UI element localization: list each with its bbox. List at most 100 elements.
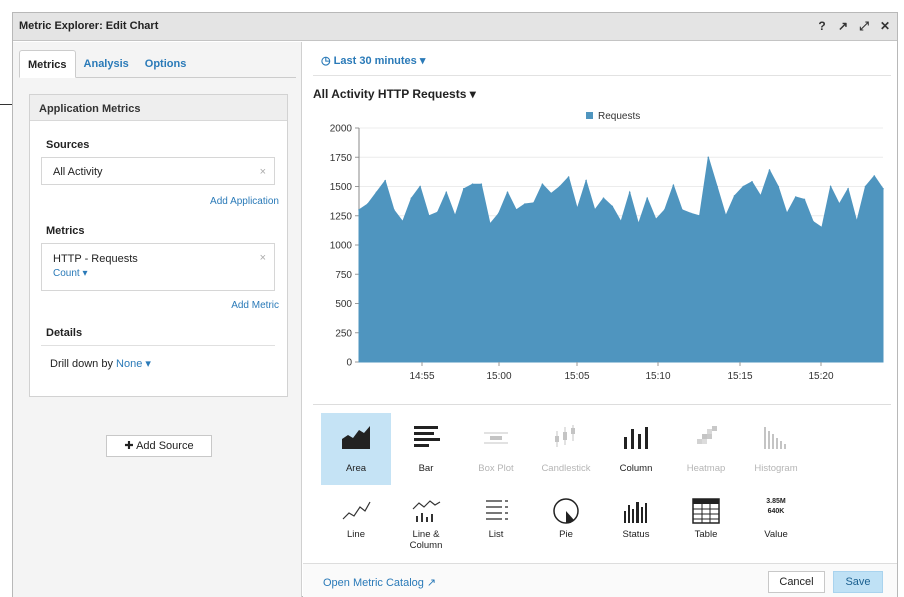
data-point xyxy=(550,192,552,195)
tab-metrics[interactable]: Metrics xyxy=(19,50,76,78)
value-icon: 3.85M 640K xyxy=(761,497,791,525)
x-tick-label: 15:15 xyxy=(727,371,752,382)
data-point xyxy=(541,183,544,185)
viz-area[interactable]: Area xyxy=(321,413,391,485)
status-icon xyxy=(624,502,647,523)
viz-label: Bar xyxy=(418,463,434,474)
data-point xyxy=(803,198,806,201)
data-point xyxy=(506,191,509,194)
data-point xyxy=(594,209,596,211)
metric-field[interactable]: HTTP - Requests Count ▾ × xyxy=(41,243,275,291)
add-metric-link[interactable]: Add Metric xyxy=(231,300,279,311)
chart-title[interactable]: All Activity HTTP Requests ▾ xyxy=(313,87,476,101)
metric-aggregation-dropdown[interactable]: Count ▾ xyxy=(53,268,87,279)
data-point xyxy=(567,176,570,178)
data-point xyxy=(559,185,561,188)
viz-value[interactable]: 3.85M 640K Value xyxy=(741,487,811,559)
cancel-button[interactable]: Cancel xyxy=(768,571,825,593)
data-point xyxy=(602,197,605,199)
viz-label: Line & xyxy=(412,529,440,540)
viz-label: Pie xyxy=(559,529,573,540)
viz-list[interactable]: List xyxy=(461,487,531,559)
data-point xyxy=(463,188,465,190)
expand-icon[interactable]: ⤢ xyxy=(858,19,870,33)
data-point xyxy=(620,220,622,223)
drill-down-dropdown[interactable]: None ▾ xyxy=(116,358,151,370)
viz-heatmap[interactable]: Heatmap xyxy=(671,413,741,485)
remove-source-icon[interactable]: × xyxy=(260,166,266,178)
data-point xyxy=(751,181,753,183)
close-icon[interactable]: ✕ xyxy=(879,19,891,33)
candlestick-icon xyxy=(555,425,575,447)
viz-label: List xyxy=(488,529,504,540)
data-point xyxy=(445,191,448,194)
data-point xyxy=(410,197,413,199)
tab-options[interactable]: Options xyxy=(137,50,195,78)
external-link-icon[interactable]: ↗ xyxy=(837,19,849,33)
remove-metric-icon[interactable]: × xyxy=(260,252,266,264)
panel-header[interactable]: Application Metrics xyxy=(30,95,287,121)
data-point xyxy=(532,202,535,204)
viz-status[interactable]: Status xyxy=(601,487,671,559)
viz-label: Status xyxy=(622,529,650,540)
open-metric-catalog-link[interactable]: Open Metric Catalog ↗ xyxy=(323,576,436,589)
viz-label: Candlestick xyxy=(541,463,591,474)
column-chart-icon xyxy=(624,427,648,449)
data-point xyxy=(821,226,823,229)
histogram-icon xyxy=(764,427,786,449)
x-tick-label: 15:00 xyxy=(486,371,511,382)
viz-label: Value xyxy=(764,529,788,540)
details-label: Details xyxy=(46,327,83,339)
source-field[interactable]: All Activity × xyxy=(41,157,275,185)
x-tick-label: 15:05 xyxy=(564,371,589,382)
time-range-bar: ◷ Last 30 minutes ▾ xyxy=(313,42,891,76)
add-source-button[interactable]: ✚ Add Source xyxy=(106,435,212,457)
data-point xyxy=(759,195,762,197)
data-point xyxy=(585,179,587,182)
viz-pie[interactable]: Pie xyxy=(531,487,601,559)
viz-line[interactable]: Line xyxy=(321,487,391,559)
data-point xyxy=(856,220,858,223)
time-range-dropdown[interactable]: ◷ Last 30 minutes ▾ xyxy=(321,54,425,67)
data-point xyxy=(681,209,683,211)
save-button[interactable]: Save xyxy=(833,571,883,593)
window-title: Metric Explorer: Edit Chart xyxy=(19,20,159,32)
viz-candlestick[interactable]: Candlestick xyxy=(531,413,601,485)
viz-bar[interactable]: Bar xyxy=(391,413,461,485)
tab-analysis[interactable]: Analysis xyxy=(76,50,137,78)
legend-label: Requests xyxy=(598,111,640,122)
y-tick-label: 1000 xyxy=(330,241,353,252)
data-point xyxy=(812,220,814,223)
data-point xyxy=(838,203,841,205)
panel-header-label: Application Metrics xyxy=(39,103,141,115)
viz-table[interactable]: Table xyxy=(671,487,741,559)
pie-chart-icon xyxy=(553,498,579,524)
y-tick-label: 1750 xyxy=(330,153,353,164)
viz-histogram[interactable]: Histogram xyxy=(741,413,811,485)
viz-label-line2: Column xyxy=(409,540,443,551)
data-point xyxy=(864,185,867,188)
data-point xyxy=(419,185,421,188)
footer: Open Metric Catalog ↗ Cancel Save xyxy=(303,563,897,597)
window-controls: ? ↗ ⤢ ✕ xyxy=(816,19,891,33)
data-point xyxy=(393,209,395,211)
viz-column[interactable]: Column xyxy=(601,413,671,485)
legend-swatch xyxy=(586,112,593,119)
data-point xyxy=(497,212,500,215)
x-tick-label: 14:55 xyxy=(409,371,434,382)
help-icon[interactable]: ? xyxy=(816,19,828,33)
viz-line-column[interactable]: Line & Column xyxy=(391,487,461,559)
data-point xyxy=(707,156,710,159)
metrics-label: Metrics xyxy=(46,225,85,237)
data-point xyxy=(384,179,386,182)
tab-bar: Metrics Analysis Options xyxy=(19,50,296,78)
data-point xyxy=(524,203,526,205)
data-point xyxy=(725,215,727,217)
details-divider xyxy=(41,345,275,346)
box-plot-icon xyxy=(484,432,508,444)
viz-box-plot[interactable]: Box Plot xyxy=(461,413,531,485)
data-point xyxy=(847,188,849,190)
add-application-link[interactable]: Add Application xyxy=(210,196,279,207)
title-bar: Metric Explorer: Edit Chart ? ↗ ⤢ ✕ xyxy=(13,13,897,41)
data-point xyxy=(698,215,701,217)
